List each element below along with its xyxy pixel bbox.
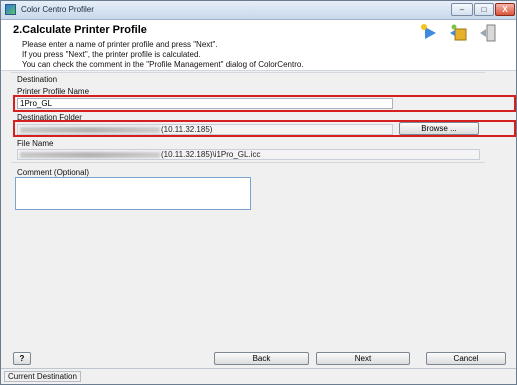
status-bar: Current Destination — [1, 368, 516, 384]
status-current-destination: Current Destination — [4, 371, 81, 382]
page-title: 2.Calculate Printer Profile — [13, 24, 147, 36]
comment-label: Comment (Optional) — [17, 168, 90, 177]
play-step-icon — [421, 24, 436, 39]
destination-group-label: Destination — [17, 75, 58, 84]
next-button[interactable]: Next — [316, 352, 410, 365]
help-button[interactable]: ? — [13, 352, 31, 365]
redacted-path — [20, 151, 160, 158]
comment-textarea[interactable] — [15, 177, 251, 210]
calculate-step-icon — [450, 24, 467, 41]
highlight-destination-folder — [13, 120, 516, 137]
window-title: Color Centro Profiler — [21, 5, 94, 14]
step-header: 2.Calculate Printer Profile Please enter… — [1, 20, 516, 71]
app-window: Color Centro Profiler – □ X 2.Calculate … — [0, 0, 517, 385]
cancel-button[interactable]: Cancel — [426, 352, 506, 365]
maximize-button[interactable]: □ — [474, 3, 494, 16]
highlight-profile-name — [13, 95, 516, 112]
minimize-button[interactable]: – — [451, 3, 473, 16]
back-button[interactable]: Back — [214, 352, 309, 365]
title-bar: Color Centro Profiler – □ X — [1, 1, 516, 20]
file-name-field: (10.11.32.185)\i1Pro_GL.icc — [17, 149, 480, 160]
instruction-line-2: If you press "Next", the printer profile… — [22, 50, 201, 59]
instruction-line-1: Please enter a name of printer profile a… — [22, 40, 218, 49]
exit-door-icon — [480, 24, 496, 42]
close-button[interactable]: X — [495, 3, 515, 16]
group-divider — [11, 72, 485, 73]
app-icon — [5, 4, 16, 15]
file-name-path: (10.11.32.185)\i1Pro_GL.icc — [161, 150, 261, 159]
group-divider — [11, 162, 485, 163]
instruction-line-3: You can check the comment in the "Profil… — [22, 60, 304, 69]
file-name-label: File Name — [17, 139, 54, 148]
